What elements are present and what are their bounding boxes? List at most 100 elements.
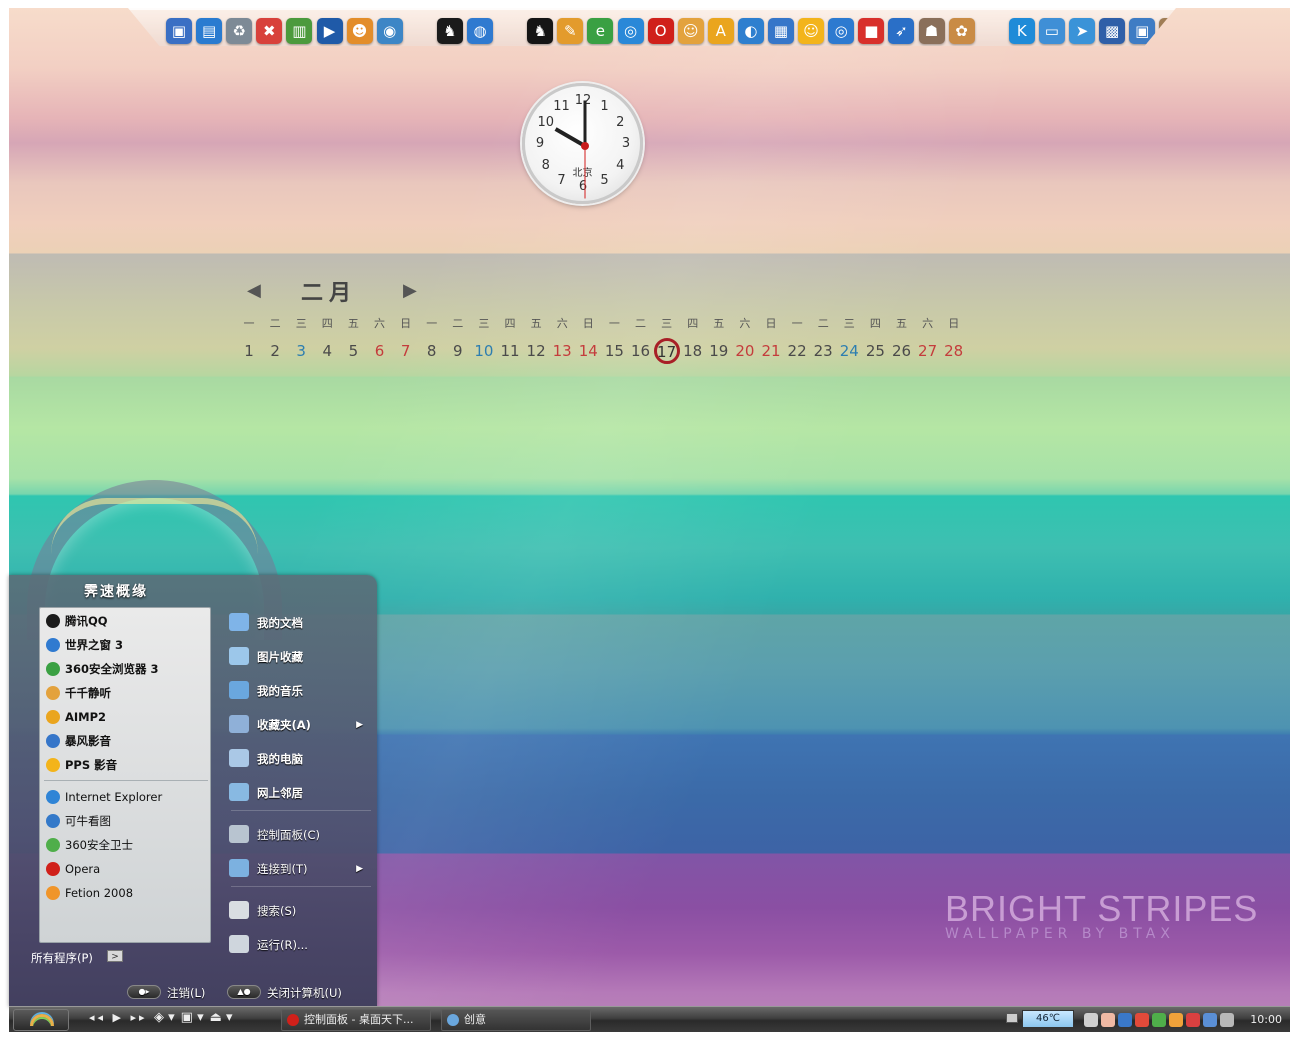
temperature-display[interactable]: 46℃ xyxy=(1022,1010,1074,1028)
place-item[interactable]: 控制面板(C) xyxy=(229,821,369,849)
arrow-app-icon[interactable]: ➤ xyxy=(1069,18,1095,44)
calendar-day[interactable]: 14 xyxy=(576,342,600,360)
disc-icon[interactable]: ◎ xyxy=(828,18,855,44)
users-icon[interactable]: ☗ xyxy=(918,18,945,44)
tray-face-icon[interactable] xyxy=(1101,1013,1115,1027)
calendar-day[interactable]: 11 xyxy=(498,342,522,360)
calendar-day[interactable]: 7 xyxy=(394,342,418,360)
mascot-icon[interactable]: ☻ xyxy=(346,18,373,44)
opera-icon[interactable]: O xyxy=(647,18,674,44)
aimp-icon[interactable]: A xyxy=(707,18,734,44)
calendar-day[interactable]: 12 xyxy=(524,342,548,360)
place-item[interactable]: 搜索(S) xyxy=(229,897,369,925)
place-item[interactable]: 我的电脑 xyxy=(229,745,369,773)
tray-display-icon[interactable] xyxy=(1203,1013,1217,1027)
place-item[interactable]: 我的文档 xyxy=(229,609,369,637)
calendar-day[interactable]: 8 xyxy=(420,342,444,360)
calendar-day[interactable]: 16 xyxy=(629,342,653,360)
calendar-day[interactable]: 27 xyxy=(916,342,940,360)
chevron-right-icon[interactable]: ▶ xyxy=(403,280,417,301)
search-globe-icon[interactable]: ◐ xyxy=(737,18,764,44)
paint-icon[interactable]: ✿ xyxy=(948,18,975,44)
kugou-icon[interactable]: K xyxy=(1008,18,1035,44)
tray-menu-icon[interactable] xyxy=(1084,1013,1098,1027)
program-item[interactable]: Internet Explorer xyxy=(46,787,206,807)
task-button[interactable]: 控制面板 - 桌面天下... xyxy=(281,1009,431,1031)
tray-chat-icon[interactable] xyxy=(1169,1013,1183,1027)
place-item[interactable]: 连接到(T) ▶ xyxy=(229,855,369,883)
program-item[interactable]: 千千静听 xyxy=(46,683,206,703)
feather-icon[interactable]: ✎ xyxy=(557,18,584,44)
media-controls[interactable]: ◂◂ ▶ ▸▸ xyxy=(89,1011,148,1024)
program-item[interactable]: AIMP2 xyxy=(46,707,206,727)
tools-icon[interactable]: ✖ xyxy=(256,18,283,44)
program-item[interactable]: 360安全卫士 xyxy=(46,835,206,855)
monitor-icon[interactable]: ▭ xyxy=(1038,18,1065,44)
calendar-day[interactable]: 4 xyxy=(315,342,339,360)
place-item[interactable]: 收藏夹(A) ▶ xyxy=(229,711,369,739)
program-item[interactable]: Opera xyxy=(46,859,206,879)
calendar-day[interactable]: 2 xyxy=(263,342,287,360)
pps-icon[interactable]: ☺ xyxy=(798,18,825,44)
calendar-day[interactable]: 23 xyxy=(811,342,835,360)
media-player-icon[interactable]: ▶ xyxy=(316,18,343,44)
taskbar-clock[interactable]: 10:00 xyxy=(1250,1013,1282,1026)
calendar-day[interactable]: 25 xyxy=(863,342,887,360)
calendar-day[interactable]: 6 xyxy=(368,342,392,360)
calendar-today[interactable]: 17 xyxy=(653,338,680,364)
program-item[interactable]: 腾讯QQ xyxy=(46,611,206,631)
calendar-day[interactable]: 22 xyxy=(785,342,809,360)
qq-penguin-icon[interactable]: ♞ xyxy=(527,18,554,44)
logoff-button[interactable]: ●▸ 注销(L) xyxy=(127,985,205,1003)
swift-icon[interactable]: ➶ xyxy=(888,18,915,44)
tray-user-icon[interactable] xyxy=(1135,1013,1149,1027)
ttplayer-icon[interactable]: ☺ xyxy=(677,18,704,44)
world-browser-icon[interactable]: ◍ xyxy=(467,18,493,44)
task-button[interactable]: 创意 xyxy=(441,1009,591,1031)
tray-shield-icon[interactable] xyxy=(1152,1013,1166,1027)
calendar-day[interactable]: 19 xyxy=(707,342,731,360)
program-item[interactable]: PPS 影音 xyxy=(46,755,206,775)
recycle-bin-icon[interactable]: ♻ xyxy=(226,18,253,44)
computer-icon[interactable]: ▣ xyxy=(166,18,192,44)
browser-360-icon[interactable]: e xyxy=(587,18,614,44)
movie-icon[interactable]: ▩ xyxy=(1099,18,1126,44)
tray-monitor-icon[interactable] xyxy=(1118,1013,1132,1027)
calendar-day[interactable]: 1 xyxy=(237,342,261,360)
program-item[interactable]: 可牛看图 xyxy=(46,811,206,831)
program-item[interactable]: 360安全浏览器 3 xyxy=(46,659,206,679)
quick-launch-item[interactable]: ▣ ▾ xyxy=(181,1010,204,1025)
storm-player-icon[interactable]: ▦ xyxy=(768,18,794,44)
keyboard-icon[interactable] xyxy=(1006,1013,1018,1023)
calendar-day[interactable]: 5 xyxy=(341,342,365,360)
chevron-left-icon[interactable]: ◀ xyxy=(247,280,261,301)
tray-tool-icon[interactable] xyxy=(1220,1013,1234,1027)
calendar-day[interactable]: 9 xyxy=(446,342,470,360)
program-item[interactable]: 世界之窗 3 xyxy=(46,635,206,655)
red-app-icon[interactable]: ■ xyxy=(858,18,885,44)
calendar-day[interactable]: 21 xyxy=(759,342,783,360)
network-icon[interactable]: ▤ xyxy=(196,18,223,44)
calendar-day[interactable]: 20 xyxy=(733,342,757,360)
calendar-day[interactable]: 13 xyxy=(550,342,574,360)
calendar-day[interactable]: 15 xyxy=(602,342,626,360)
calendar-day[interactable]: 26 xyxy=(890,342,914,360)
qq-icon[interactable]: ♞ xyxy=(436,18,463,44)
quick-launch-item[interactable]: ⏏ ▾ xyxy=(210,1010,233,1025)
calendar-day[interactable]: 18 xyxy=(681,342,705,360)
place-item[interactable]: 运行(R)... xyxy=(229,931,369,959)
calendar-day[interactable]: 10 xyxy=(472,342,496,360)
calendar-day[interactable]: 24 xyxy=(837,342,861,360)
start-button[interactable] xyxy=(13,1009,69,1031)
tray-network-icon[interactable] xyxy=(1186,1013,1200,1027)
shutdown-button[interactable]: ▲● 关闭计算机(U) xyxy=(227,985,342,1003)
place-item[interactable]: 我的音乐 xyxy=(229,677,369,705)
world-window-icon[interactable]: ◎ xyxy=(617,18,644,44)
place-item[interactable]: 网上邻居 xyxy=(229,779,369,807)
all-programs-button[interactable]: 所有程序(P) xyxy=(31,950,93,966)
program-item[interactable]: Fetion 2008 xyxy=(46,883,206,903)
quick-launch-item[interactable]: ◈ ▾ xyxy=(154,1010,175,1025)
calendar-day[interactable]: 28 xyxy=(942,342,966,360)
globe-icon[interactable]: ◉ xyxy=(376,18,403,44)
all-programs-arrow-icon[interactable]: > xyxy=(107,950,123,962)
